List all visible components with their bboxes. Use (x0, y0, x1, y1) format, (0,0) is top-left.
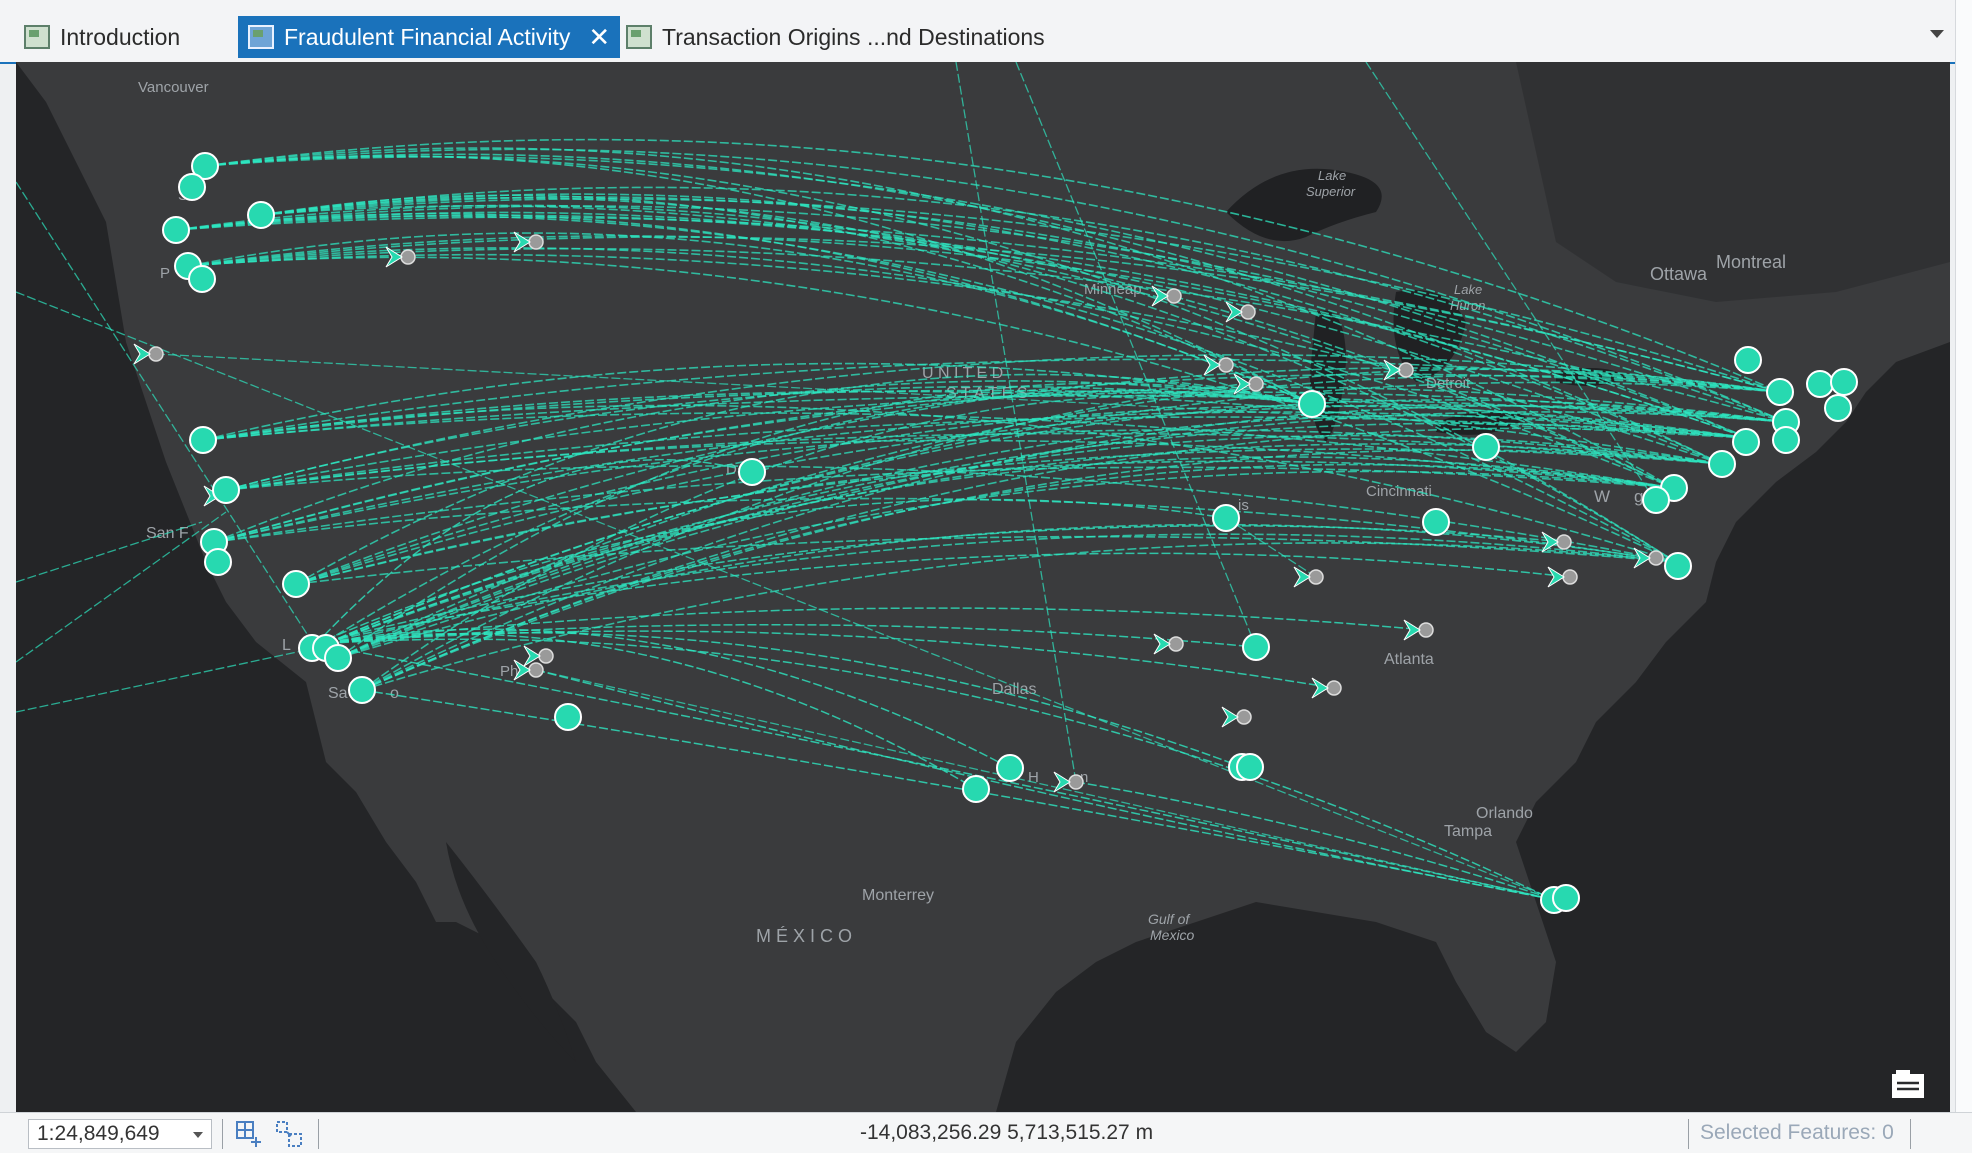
divider (222, 1119, 223, 1149)
place-label-monterrey: Monterrey (862, 887, 934, 904)
tab-label: Transaction Origins ...nd Destinations (662, 23, 1045, 50)
place-label-orlando: Orlando (1476, 805, 1533, 822)
tab-label: Introduction (60, 23, 181, 50)
scale-value: 1:24,849,649 (37, 1122, 160, 1145)
destination-point[interactable] (189, 426, 217, 454)
origin-point[interactable] (1648, 550, 1664, 566)
place-label-lake-superior-1: Lake (1318, 168, 1346, 183)
origin-point[interactable] (148, 346, 164, 362)
grid-snap-icon[interactable] (234, 1119, 264, 1149)
origin-point[interactable] (1418, 622, 1434, 638)
place-label-lake-huron-1: Lake (1454, 282, 1482, 297)
origin-point[interactable] (1248, 376, 1264, 392)
map-view[interactable]: Vancouver Ottawa Montreal Lake Superior Lake H… (16, 62, 1950, 1112)
destination-point[interactable] (738, 458, 766, 486)
divider (1910, 1119, 1911, 1149)
place-label-ottawa: Ottawa (1650, 264, 1708, 284)
origin-point[interactable] (1326, 680, 1342, 696)
destination-point[interactable] (212, 476, 240, 504)
origin-point[interactable] (1240, 304, 1256, 320)
origin-point[interactable] (1218, 357, 1234, 373)
place-label-atlanta: Atlanta (1384, 651, 1434, 668)
origin-point[interactable] (400, 249, 416, 265)
close-icon[interactable]: ✕ (588, 24, 610, 50)
place-label-los-angeles: L (282, 637, 291, 654)
origin-point[interactable] (528, 662, 544, 678)
scale-selector[interactable]: 1:24,849,649 (28, 1119, 212, 1149)
origin-point[interactable] (1398, 362, 1414, 378)
chevron-down-icon[interactable] (1930, 30, 1944, 38)
place-label-vancouver: Vancouver (138, 79, 209, 96)
origin-point[interactable] (1068, 774, 1084, 790)
destination-point[interactable] (1766, 378, 1794, 406)
destination-point[interactable] (962, 775, 990, 803)
destination-point[interactable] (554, 703, 582, 731)
destination-point[interactable] (188, 265, 216, 293)
divider (1688, 1119, 1689, 1149)
place-label-gulf-2: Mexico (1150, 927, 1195, 943)
destination-point[interactable] (1472, 433, 1500, 461)
destination-point[interactable] (247, 201, 275, 229)
extent-icon[interactable] (274, 1119, 304, 1149)
tab-introduction[interactable]: Introduction (24, 16, 180, 58)
origin-point[interactable] (1556, 534, 1572, 550)
destination-point[interactable] (1212, 504, 1240, 532)
origin-point[interactable] (1562, 569, 1578, 585)
destination-point[interactable] (1242, 633, 1270, 661)
destination-point[interactable] (1734, 346, 1762, 374)
origin-point[interactable] (1308, 569, 1324, 585)
destination-point[interactable] (1422, 508, 1450, 536)
chevron-down-icon[interactable] (193, 1132, 203, 1138)
destination-point[interactable] (178, 173, 206, 201)
map-tab-bar: Introduction Fraudulent Financial Activi… (0, 0, 1972, 64)
origin-point[interactable] (538, 648, 554, 664)
map-canvas[interactable]: VancouverOttawaMontrealLakeSuperiorLakeH… (16, 62, 1950, 1112)
tab-label: Fraudulent Financial Activity (284, 23, 571, 50)
status-bar: 1:24,849,649 -14,083,256.29 5,713,515.27… (0, 1112, 1972, 1153)
destination-point[interactable] (1236, 753, 1264, 781)
destination-point[interactable] (162, 216, 190, 244)
destination-point[interactable] (1708, 450, 1736, 478)
origin-point[interactable] (528, 234, 544, 250)
destination-point[interactable] (348, 676, 376, 704)
place-label-washington-a: W (1594, 487, 1610, 506)
place-label-gulf-1: Gulf of (1148, 911, 1191, 927)
destination-point[interactable] (1552, 884, 1580, 912)
origin-point[interactable] (1236, 709, 1252, 725)
destination-point[interactable] (324, 644, 352, 672)
destination-point[interactable] (282, 570, 310, 598)
divider (318, 1119, 319, 1149)
place-label-houston: H (1028, 769, 1039, 786)
destination-point[interactable] (996, 754, 1024, 782)
destination-point[interactable] (1806, 370, 1834, 398)
destination-point[interactable] (1830, 368, 1858, 396)
right-panel-edge (1955, 0, 1972, 1152)
map-icon (24, 25, 50, 49)
destination-point[interactable] (1664, 552, 1692, 580)
destination-point[interactable] (1732, 428, 1760, 456)
cursor-coordinates: -14,083,256.29 5,713,515.27 m (860, 1121, 1154, 1144)
tab-transaction-origins[interactable]: Transaction Origins ...nd Destinations (626, 16, 1045, 58)
map-icon (248, 25, 274, 49)
destination-point[interactable] (1824, 394, 1852, 422)
destination-point[interactable] (204, 548, 232, 576)
place-label-san-diego-a: Sa (328, 685, 348, 702)
place-label-tampa: Tampa (1444, 823, 1492, 840)
place-label-cincinnati: Cincinnati (1366, 483, 1432, 500)
destination-point[interactable] (1298, 390, 1326, 418)
place-label-lake-superior-2: Superior (1306, 184, 1356, 199)
tab-fraudulent-financial-activity[interactable]: Fraudulent Financial Activity ✕ (238, 16, 621, 58)
map-icon (626, 25, 652, 49)
place-label-portland: P (160, 265, 170, 282)
origin-point[interactable] (1168, 636, 1184, 652)
destination-point[interactable] (1772, 426, 1800, 454)
place-label-mexico: M É X I C O (756, 926, 852, 946)
place-label-montreal: Montreal (1716, 252, 1786, 272)
destination-point[interactable] (1642, 486, 1670, 514)
origin-point[interactable] (1166, 288, 1182, 304)
legend-icon[interactable] (1890, 1068, 1926, 1100)
place-label-san-diego-b: o (390, 685, 399, 702)
selected-features-count[interactable]: Selected Features: 0 (1700, 1121, 1894, 1145)
